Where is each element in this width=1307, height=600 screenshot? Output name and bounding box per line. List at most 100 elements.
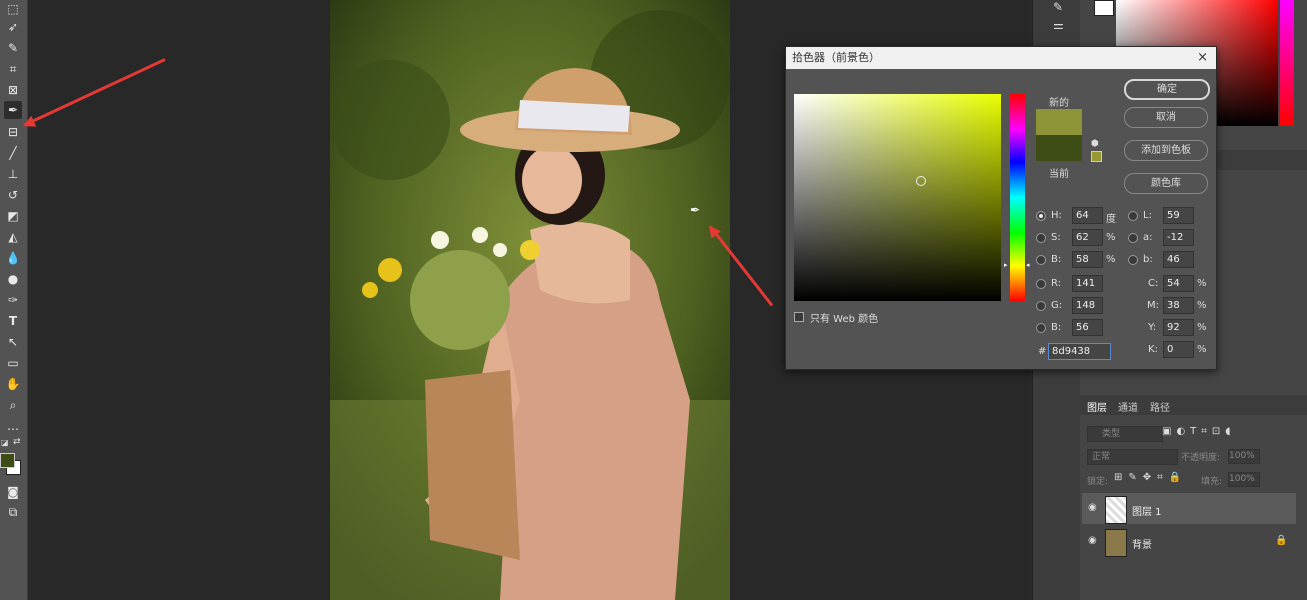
default-colors-icon[interactable]: ◪ [1,438,9,447]
layer-filter-icons[interactable]: ▣◐T⌗⊡◖ [1162,426,1236,437]
l-field[interactable]: 59 [1163,207,1194,224]
m-label: M: [1147,300,1159,311]
blue-field[interactable]: 56 [1072,319,1103,336]
close-icon[interactable]: × [1197,47,1208,69]
type-tool-icon[interactable]: T [4,312,22,330]
radio-h[interactable] [1036,211,1046,221]
dialog-titlebar: 拾色器（前景色） × [786,47,1216,69]
layer-filter-input[interactable]: 类型 [1087,426,1163,442]
zoom-tool-icon[interactable]: ⌕ [4,396,22,414]
layer-name[interactable]: 图层 1 [1132,503,1162,518]
healing-brush-tool-icon[interactable]: ⊟ [4,123,22,141]
layer-name[interactable]: 背景 [1132,536,1152,551]
lock-icons[interactable]: ⊞✎✥⌗🔒 [1114,472,1187,483]
new-label: 新的 [1049,98,1069,109]
dodge-tool-icon[interactable]: ● [4,270,22,288]
radio-r[interactable] [1036,279,1046,289]
tab-channels[interactable]: 通道 [1118,399,1138,414]
brush-tool-icon[interactable]: ╱ [4,144,22,162]
lasso-tool-icon[interactable]: ➶ [4,18,22,36]
s-label: S: [1051,232,1061,243]
b-field[interactable]: 58 [1072,251,1103,268]
radio-b[interactable] [1036,255,1046,265]
ok-button[interactable]: 确定 [1124,79,1210,100]
hand-tool-icon[interactable]: ✋ [4,375,22,393]
layer-row[interactable]: ◉ 图层 1 [1082,493,1296,524]
hex-label: # [1038,346,1047,357]
a-label: a: [1143,232,1153,243]
web-only-checkbox[interactable] [794,312,804,322]
screen-mode-icon[interactable]: ⧉ [4,503,22,521]
eye-icon[interactable]: ◉ [1088,502,1097,513]
g-label: G: [1051,300,1063,311]
lab-b-label: b: [1143,254,1153,265]
m-field[interactable]: 38 [1163,297,1194,314]
hue-slider[interactable] [1010,94,1025,301]
r-field[interactable]: 141 [1072,275,1103,292]
color-libraries-button[interactable]: 颜色库 [1124,173,1208,194]
s-field[interactable]: 62 [1072,229,1103,246]
swap-colors-icon[interactable]: ⇄ [13,437,21,447]
radio-g[interactable] [1036,301,1046,311]
hex-field[interactable]: 8d9438 [1048,343,1111,360]
l-label: L: [1143,210,1152,221]
current-color-swatch[interactable] [1036,135,1082,161]
color-panel-hue[interactable] [1280,0,1294,126]
quick-select-tool-icon[interactable]: ✎ [4,39,22,57]
quick-mask-icon[interactable]: ◙ [4,483,22,501]
cube-icon[interactable]: ⬢ [1091,139,1099,149]
paint-bucket-tool-icon[interactable]: ◭ [4,228,22,246]
fill-input[interactable]: 100% [1228,472,1260,487]
c-field[interactable]: 54 [1163,275,1194,292]
pen-tool-icon[interactable]: ✑ [4,291,22,309]
rectangle-tool-icon[interactable]: ▭ [4,354,22,372]
m-unit: % [1197,300,1207,311]
eyedropper-cursor-icon: ✒ [690,203,701,217]
crop-tool-icon[interactable]: ⌗ [4,60,22,78]
adjustments-icon[interactable]: ⚌ [1053,18,1064,32]
saturation-brightness-field[interactable] [794,94,1001,301]
web-only-label: 只有 Web 颜色 [810,314,879,325]
marquee-tool-icon[interactable]: ⬚ [4,0,22,18]
layer-thumbnail [1105,496,1127,524]
more-tools-icon[interactable]: … [4,417,22,435]
h-field[interactable]: 64 [1072,207,1103,224]
eraser-tool-icon[interactable]: ◩ [4,207,22,225]
color-cursor[interactable] [916,176,926,186]
blur-tool-icon[interactable]: 💧 [4,249,22,267]
a-field[interactable]: -12 [1163,229,1194,246]
path-select-tool-icon[interactable]: ↖ [4,333,22,351]
k-field[interactable]: 0 [1163,341,1194,358]
history-brush-tool-icon[interactable]: ↺ [4,186,22,204]
radio-blue[interactable] [1036,323,1046,333]
layer-row[interactable]: ◉ 背景 🔒 [1082,526,1296,557]
tools-panel: ⬚ ➶ ✎ ⌗ ⊠ ✒ ⊟ ╱ ⊥ ↺ ◩ ◭ 💧 ● ✑ T ↖ ▭ ✋ ⌕ … [0,0,28,600]
eyedropper-tool-icon[interactable]: ✒ [4,101,22,119]
radio-lab-b[interactable] [1128,255,1138,265]
radio-s[interactable] [1036,233,1046,243]
color-panel-fg-swatch[interactable] [1094,0,1114,16]
g-field[interactable]: 148 [1072,297,1103,314]
blue-label: B: [1051,322,1062,333]
stamp-tool-icon[interactable]: ⊥ [4,165,22,183]
y-unit: % [1197,322,1207,333]
y-field[interactable]: 92 [1163,319,1194,336]
tab-layers[interactable]: 图层 [1087,399,1107,414]
add-to-swatches-button[interactable]: 添加到色板 [1124,140,1208,161]
k-label: K: [1148,344,1158,355]
blend-mode-select[interactable]: 正常 [1087,449,1178,465]
hue-marker-left-icon[interactable]: ▸ [1004,261,1008,269]
hue-marker-right-icon[interactable]: ◂ [1026,261,1030,269]
radio-a[interactable] [1128,233,1138,243]
opacity-input[interactable]: 100% [1228,449,1260,464]
tab-paths[interactable]: 路径 [1150,399,1170,414]
lab-b-field[interactable]: 46 [1163,251,1194,268]
cancel-button[interactable]: 取消 [1124,107,1208,128]
radio-l[interactable] [1128,211,1138,221]
eye-icon[interactable]: ◉ [1088,535,1097,546]
foreground-color-swatch[interactable] [0,453,15,468]
web-safe-swatch[interactable] [1091,151,1102,162]
color-picker-dialog: 拾色器（前景色） × ▸ ◂ 新的 当前 ⬢ 确定 取消 添加到色板 颜色库 H… [785,46,1217,370]
brush-settings-icon[interactable]: ✎ [1053,0,1063,14]
frame-tool-icon[interactable]: ⊠ [4,81,22,99]
